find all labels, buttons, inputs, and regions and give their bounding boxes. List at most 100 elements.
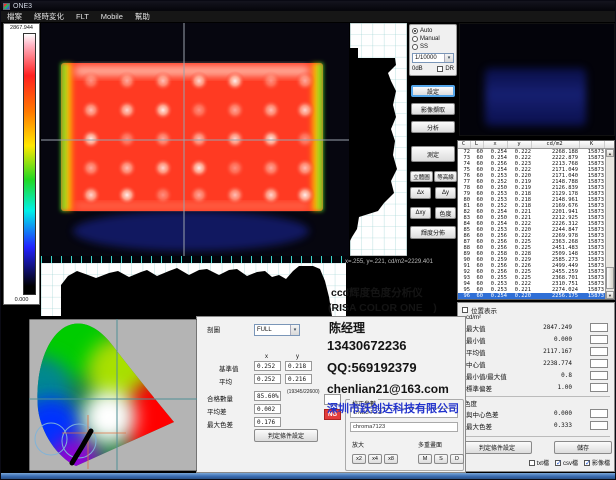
radio-manual[interactable]: Manual	[412, 35, 454, 43]
max-color-diff-box[interactable]	[590, 421, 608, 430]
radio-ss-label: SS	[420, 44, 428, 50]
shutter-select[interactable]: 1/10000 ▾	[412, 53, 454, 63]
range-label: 剖圖	[207, 324, 220, 334]
scrollbar-thumb[interactable]	[606, 267, 614, 289]
radio-auto-circle[interactable]	[412, 28, 418, 34]
radio-auto-label: Auto	[420, 28, 432, 34]
chevron-down-icon[interactable]: ▾	[290, 325, 299, 335]
table-row[interactable]: 96600.2540.2202256.17515873	[458, 293, 605, 299]
chroma-row-center-diff: 與中心色差 0.000	[466, 408, 612, 419]
save-button[interactable]: 儲存	[554, 441, 612, 454]
chevron-down-icon[interactable]: ▾	[444, 54, 453, 62]
window-bottom-frame	[1, 473, 616, 480]
image-capture-button[interactable]: 影像擷取	[411, 103, 455, 115]
menu-help[interactable]: 幫助	[129, 11, 156, 23]
reference-y[interactable]: 0.218	[285, 361, 312, 371]
scroll-up-icon[interactable]: ▲	[606, 149, 614, 157]
csv-file-checkbox[interactable]: csv檔	[555, 458, 578, 467]
zoom-x2-button[interactable]: x2	[352, 454, 366, 464]
analyze-button[interactable]: 分析	[411, 121, 455, 133]
multi-s-button[interactable]: S	[434, 454, 448, 464]
chroma-button[interactable]: 色度	[435, 207, 456, 219]
unit-label: cd/m²	[466, 315, 481, 321]
contour-button[interactable]: 等高線	[434, 171, 457, 182]
table-scrollbar[interactable]: ▲ ▼	[605, 149, 614, 299]
measure-button[interactable]: 測定	[411, 146, 455, 162]
menu-time-change[interactable]: 経時変化	[28, 11, 70, 23]
max-diff-value[interactable]: 0.176	[254, 417, 281, 427]
pos-row-stddev: 標準偏差 1.00	[466, 382, 612, 393]
delta-x-button[interactable]: Δx	[410, 187, 431, 199]
range-select[interactable]: FULL ▾	[254, 324, 300, 336]
menu-flt[interactable]: FLT	[70, 11, 95, 23]
radio-ss[interactable]: SS	[412, 43, 454, 51]
average-y[interactable]: 0.216	[285, 374, 312, 384]
avg-diff-value[interactable]: 0.002	[254, 404, 281, 414]
minmax-ratio-box[interactable]	[590, 371, 608, 380]
app-icon	[3, 3, 10, 10]
stddev-value-box[interactable]	[590, 383, 608, 392]
col-k[interactable]: K	[580, 141, 605, 148]
max-color-diff: 0.333	[554, 422, 572, 429]
txt-file-checkbox[interactable]: txt檔	[529, 458, 549, 467]
view-3d-button[interactable]: 立體圖	[410, 171, 433, 182]
col-y[interactable]: y	[508, 141, 532, 148]
col-l[interactable]: L	[471, 141, 484, 148]
overlay-phone: 13430672236	[327, 338, 407, 353]
center-value-box[interactable]	[590, 359, 608, 368]
multi-m-button[interactable]: M	[418, 454, 432, 464]
overlay-contact-name: 陈经理	[329, 319, 365, 336]
minmax-ratio: 0.8	[561, 372, 572, 379]
average-x[interactable]: 0.252	[254, 374, 281, 384]
radio-auto[interactable]: Auto	[412, 27, 454, 35]
menubar: 檔案 経時変化 FLT Mobile 幫助	[1, 11, 616, 23]
pass-count-value[interactable]: 85.60%	[254, 391, 281, 401]
radio-manual-circle[interactable]	[412, 36, 418, 42]
zoom-x4-button[interactable]: x4	[368, 454, 382, 464]
radio-ss-circle[interactable]	[412, 44, 418, 50]
cie-chromaticity-diagram[interactable]	[29, 319, 197, 471]
dr-checkbox[interactable]: DR	[437, 66, 454, 72]
csv-checkbox-box[interactable]	[555, 460, 561, 466]
scroll-down-icon[interactable]: ▼	[606, 291, 614, 299]
menu-mobile[interactable]: Mobile	[95, 11, 129, 23]
overlay-product-name: ccd辉度色度分析仪	[331, 285, 423, 300]
client-area: 2867.944 0.000	[1, 23, 616, 473]
reference-x[interactable]: 0.252	[254, 361, 281, 371]
zoom-x8-button[interactable]: x8	[384, 454, 398, 464]
multi-d-button[interactable]: D	[450, 454, 464, 464]
set-button[interactable]: 設定	[411, 85, 455, 97]
delta-xy-button[interactable]: Δxy	[410, 207, 431, 219]
dr-checkbox-box[interactable]	[437, 66, 443, 72]
col-c[interactable]: C	[458, 141, 471, 148]
avg-value-box[interactable]	[590, 347, 608, 356]
pass-count-note: (19345/22600)	[287, 389, 320, 395]
reference-label: 基準值	[219, 363, 239, 373]
measurement-table: C L x y cd/m2 K 72600.2540.2222268.18815…	[457, 140, 615, 300]
app-window: ONE3 檔案 経時変化 FLT Mobile 幫助 2867.944 0.00…	[0, 0, 616, 480]
image-checkbox-box[interactable]	[584, 460, 590, 466]
radio-manual-label: Manual	[420, 36, 440, 42]
col-x[interactable]: x	[484, 141, 508, 148]
average-label: 平均	[219, 376, 232, 386]
txt-checkbox-box[interactable]	[529, 460, 535, 466]
luminance-heatmap[interactable]	[41, 23, 349, 256]
camera-preview[interactable]	[459, 23, 615, 136]
menu-file[interactable]: 檔案	[1, 11, 28, 23]
judge-condition-button[interactable]: 判定條件設定	[462, 441, 532, 454]
min-value-box[interactable]	[590, 335, 608, 344]
center-color-diff-box[interactable]	[590, 409, 608, 418]
col-cdm2[interactable]: cd/m2	[532, 141, 580, 148]
pos-row-max: 最大值 2847.249	[466, 322, 612, 333]
result-panel: 位置表示 cd/m² 最大值 2847.249 最小值 0.000 平均值 21…	[457, 302, 615, 472]
position-display-checkbox[interactable]	[462, 307, 468, 313]
stats-col-x: x	[265, 354, 268, 360]
max-value-box[interactable]	[590, 323, 608, 332]
avg-diff-label: 平均差	[207, 406, 227, 416]
luminance-dist-button[interactable]: 輝度分佈	[410, 226, 456, 239]
calibration-field-2[interactable]: chroma7123	[350, 422, 458, 432]
judge-condition-button-2[interactable]: 判定條件設定	[254, 429, 318, 442]
titlebar[interactable]: ONE3	[1, 1, 616, 11]
image-file-checkbox[interactable]: 影像檔	[584, 458, 610, 467]
delta-y-button[interactable]: Δy	[435, 187, 456, 199]
